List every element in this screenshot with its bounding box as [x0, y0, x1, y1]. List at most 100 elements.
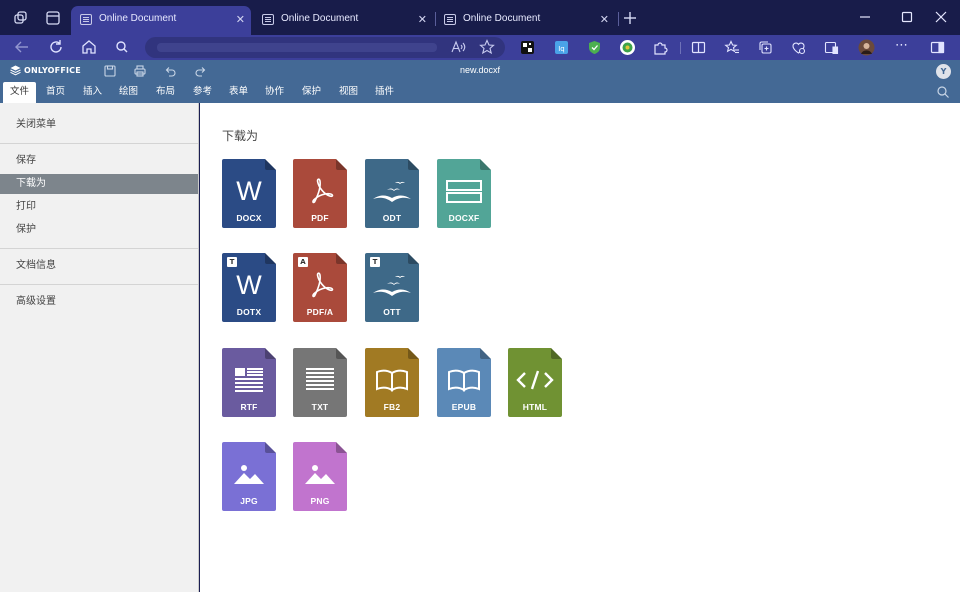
format-fb2-button[interactable]: FB2: [365, 348, 419, 417]
format-pdf-a-button[interactable]: PDF/A A: [293, 253, 347, 322]
search-icon[interactable]: [936, 85, 950, 99]
format-txt-button[interactable]: TXT: [293, 348, 347, 417]
format-label: DOTX: [236, 307, 262, 317]
format-ott-button[interactable]: OTT T: [365, 253, 419, 322]
tab-insert[interactable]: 插入: [76, 82, 109, 103]
logo-text: ONLYOFFICE: [24, 66, 81, 75]
maximize-icon[interactable]: [894, 7, 920, 27]
sidebar-toggle-icon[interactable]: [929, 39, 946, 56]
blurred-url: [157, 43, 437, 52]
sidebar-item-download-as[interactable]: 下载为: [0, 174, 198, 194]
download-panel: 下载为 W DOCX PDF ODT DOCXF W DOTX T PDF/A A OTT T RTF T…: [200, 103, 960, 592]
tab-collaboration[interactable]: 协作: [258, 82, 291, 103]
tab-actions-icon[interactable]: [44, 9, 62, 27]
read-aloud-icon[interactable]: [450, 39, 466, 55]
close-tab-icon[interactable]: ✕: [600, 13, 609, 26]
save-icon[interactable]: [103, 64, 117, 78]
address-bar[interactable]: [145, 37, 505, 58]
favorite-star-icon[interactable]: [479, 39, 495, 55]
format-label: PDF/A: [306, 307, 334, 317]
search-icon[interactable]: [113, 38, 131, 56]
profile-avatar[interactable]: [858, 39, 875, 56]
browser-tab-2[interactable]: Online Document ✕: [253, 6, 433, 35]
rich-text-icon: [222, 362, 276, 394]
back-icon[interactable]: [13, 38, 31, 56]
format-pdf-button[interactable]: PDF: [293, 159, 347, 228]
pdf-icon: [293, 267, 347, 299]
close-tab-icon[interactable]: ✕: [236, 13, 245, 26]
tab-references[interactable]: 参考: [186, 82, 219, 103]
close-window-icon[interactable]: [928, 7, 954, 27]
pdf-icon: [293, 173, 347, 205]
tab-file[interactable]: 文件: [3, 82, 37, 103]
format-label: JPG: [240, 496, 258, 506]
qr-code-icon[interactable]: [519, 39, 536, 56]
format-odt-button[interactable]: ODT: [365, 159, 419, 228]
svg-text:W: W: [236, 270, 262, 299]
panel-title: 下载为: [222, 129, 259, 143]
template-badge: T: [227, 257, 237, 267]
svg-text:Iq: Iq: [558, 45, 565, 53]
new-tab-icon[interactable]: [621, 9, 639, 27]
workspaces-icon[interactable]: [12, 9, 30, 27]
edge-copilot-icon[interactable]: [619, 39, 636, 56]
close-tab-icon[interactable]: ✕: [418, 13, 427, 26]
split-screen-icon[interactable]: [690, 39, 707, 56]
book-icon: [437, 362, 491, 394]
image-icon: [293, 456, 347, 488]
sidebar-item-save[interactable]: 保存: [0, 151, 198, 171]
svg-text:W: W: [236, 176, 262, 205]
format-jpg-button[interactable]: JPG: [222, 442, 276, 511]
print-icon[interactable]: [133, 64, 147, 78]
format-epub-button[interactable]: EPUB: [437, 348, 491, 417]
document-name: new.docxf: [459, 65, 501, 75]
close-menu-item[interactable]: 关闭菜单: [0, 115, 198, 135]
template-badge: T: [370, 257, 380, 267]
tab-home[interactable]: 首页: [39, 82, 72, 103]
undo-icon[interactable]: [163, 64, 177, 78]
format-label: DOCX: [236, 213, 262, 223]
sidebar-item-print[interactable]: 打印: [0, 197, 198, 217]
sidebar-item-advanced-settings[interactable]: 高级设置: [0, 292, 198, 312]
minimize-icon[interactable]: [852, 7, 878, 27]
sidebar-item-document-info[interactable]: 文档信息: [0, 256, 198, 276]
tab-layout[interactable]: 布局: [149, 82, 182, 103]
format-rtf-button[interactable]: RTF: [222, 348, 276, 417]
tab-draw[interactable]: 绘图: [112, 82, 145, 103]
format-png-button[interactable]: PNG: [293, 442, 347, 511]
screenshot-icon[interactable]: [823, 39, 840, 56]
browser-toolbar: Iq ⋯: [0, 35, 960, 60]
format-docxf-button[interactable]: DOCXF: [437, 159, 491, 228]
tab-plugins[interactable]: 插件: [368, 82, 401, 103]
favorites-list-icon[interactable]: [724, 39, 741, 56]
document-favicon-icon: [80, 14, 92, 25]
collections-icon[interactable]: [757, 39, 774, 56]
editor-menu-tabs: 文件 首页 插入 绘图 布局 参考 表单 协作 保护 视图 插件: [0, 82, 960, 103]
shield-extension-icon[interactable]: [586, 39, 603, 56]
editor-header: ONLYOFFICE new.docxf Y: [0, 60, 960, 82]
format-dotx-button[interactable]: W DOTX T: [222, 253, 276, 322]
format-html-button[interactable]: HTML: [508, 348, 562, 417]
browser-tab-1[interactable]: Online Document ✕: [71, 6, 251, 35]
format-label: DOCXF: [448, 213, 480, 223]
extensions-puzzle-icon[interactable]: [652, 39, 669, 56]
user-avatar[interactable]: Y: [936, 64, 951, 79]
translate-extension-icon[interactable]: Iq: [553, 39, 570, 56]
tab-protection[interactable]: 保护: [295, 82, 328, 103]
toolbar-divider: [680, 42, 681, 54]
redo-icon[interactable]: [194, 64, 208, 78]
tab-view[interactable]: 视图: [332, 82, 365, 103]
browser-tab-3[interactable]: Online Document ✕: [435, 6, 615, 35]
more-menu-icon[interactable]: ⋯: [893, 39, 910, 56]
home-icon[interactable]: [80, 38, 98, 56]
sidebar-divider: [0, 248, 198, 249]
sidebar-divider: [0, 284, 198, 285]
sidebar-item-protect[interactable]: 保护: [0, 220, 198, 240]
browser-essentials-icon[interactable]: [790, 39, 807, 56]
format-label: OTT: [383, 307, 401, 317]
word-icon: W: [222, 267, 276, 299]
refresh-icon[interactable]: [47, 38, 65, 56]
tab-forms[interactable]: 表单: [222, 82, 255, 103]
format-docx-button[interactable]: W DOCX: [222, 159, 276, 228]
format-label: HTML: [522, 402, 548, 412]
